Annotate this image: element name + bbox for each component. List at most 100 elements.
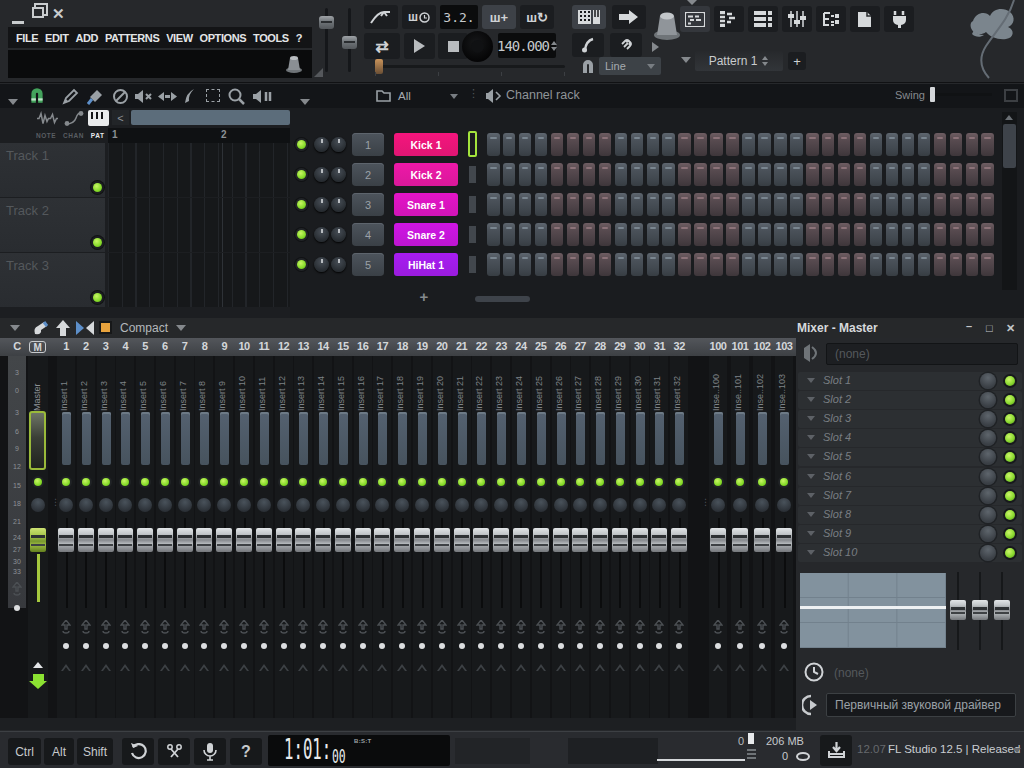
strip-mute-led[interactable] bbox=[359, 478, 367, 486]
strip-pan-knob[interactable] bbox=[672, 498, 686, 512]
step-cell[interactable] bbox=[487, 223, 500, 246]
strip-pan-knob[interactable] bbox=[99, 498, 113, 512]
channel-number-button[interactable]: 5 bbox=[352, 253, 384, 276]
step-cell[interactable] bbox=[535, 133, 548, 156]
step-cell[interactable] bbox=[615, 223, 628, 246]
step-cell[interactable] bbox=[934, 193, 947, 216]
step-cell[interactable] bbox=[551, 133, 564, 156]
slot-enable-led[interactable] bbox=[1005, 414, 1015, 424]
strip-select-dot[interactable] bbox=[281, 643, 287, 649]
mixer-up-arrow-icon[interactable] bbox=[56, 320, 70, 336]
strip-select-dot[interactable] bbox=[617, 643, 623, 649]
step-cell[interactable] bbox=[822, 163, 835, 186]
step-cell[interactable] bbox=[902, 193, 915, 216]
step-cell[interactable] bbox=[647, 253, 660, 276]
step-cell[interactable] bbox=[870, 163, 883, 186]
step-cell[interactable] bbox=[886, 163, 899, 186]
channel-number-button[interactable]: 1 bbox=[352, 133, 384, 156]
mixer-strip[interactable]: Insert 14 bbox=[314, 356, 332, 718]
strip-arrow[interactable] bbox=[338, 664, 348, 671]
step-cell[interactable] bbox=[678, 133, 691, 156]
slot-mix-knob[interactable] bbox=[980, 449, 996, 465]
strip-fader[interactable] bbox=[117, 528, 133, 552]
step-cell[interactable] bbox=[758, 223, 771, 246]
step-cell[interactable] bbox=[774, 163, 787, 186]
step-cell[interactable] bbox=[567, 223, 580, 246]
rack-horizontal-scrollbar[interactable] bbox=[460, 296, 540, 302]
strip-fader[interactable] bbox=[394, 528, 410, 552]
step-cell[interactable] bbox=[838, 253, 851, 276]
link-icon[interactable] bbox=[610, 33, 642, 57]
step-cell[interactable] bbox=[918, 223, 931, 246]
step-cell[interactable] bbox=[902, 163, 915, 186]
mixer-minimize-icon[interactable]: – bbox=[966, 320, 972, 332]
strip-pan-knob[interactable] bbox=[633, 498, 647, 512]
step-cell[interactable] bbox=[519, 163, 532, 186]
step-cell[interactable] bbox=[694, 193, 707, 216]
effect-slot-10[interactable]: Slot 10 bbox=[798, 544, 1022, 562]
add-channel-button[interactable]: + bbox=[415, 291, 433, 305]
strip-pan-knob[interactable] bbox=[395, 498, 409, 512]
slot-mix-knob[interactable] bbox=[980, 469, 996, 485]
strip-mute-led[interactable] bbox=[517, 478, 525, 486]
strip-fader[interactable] bbox=[533, 528, 549, 552]
strip-pan-knob[interactable] bbox=[652, 498, 666, 512]
step-cell[interactable] bbox=[583, 253, 596, 276]
channel-mute-led[interactable] bbox=[297, 170, 306, 179]
strip-fader[interactable] bbox=[216, 528, 232, 552]
step-cell[interactable] bbox=[694, 163, 707, 186]
strip-fader[interactable] bbox=[295, 528, 311, 552]
menu-item-help[interactable]: ? bbox=[296, 32, 302, 44]
strip-select-dot[interactable] bbox=[715, 643, 721, 649]
strip-mute-led[interactable] bbox=[240, 478, 248, 486]
step-cell[interactable] bbox=[758, 163, 771, 186]
strip-number[interactable]: 5 bbox=[135, 340, 155, 352]
pattern-mode-icon[interactable] bbox=[88, 110, 109, 126]
step-cell[interactable] bbox=[503, 163, 516, 186]
step-cell[interactable] bbox=[535, 163, 548, 186]
mixer-strip[interactable]: Insert 17 bbox=[373, 356, 391, 718]
slot-mix-knob[interactable] bbox=[980, 392, 996, 408]
step-cell[interactable] bbox=[950, 253, 963, 276]
step-cell[interactable] bbox=[934, 253, 947, 276]
mixer-strip[interactable]: Insert 18 bbox=[393, 356, 411, 718]
strip-mute-led[interactable] bbox=[181, 478, 189, 486]
step-cell[interactable] bbox=[870, 193, 883, 216]
strip-mute-led[interactable] bbox=[398, 478, 406, 486]
channel-number-button[interactable]: 3 bbox=[352, 193, 384, 216]
strip-number[interactable]: 4 bbox=[115, 340, 135, 352]
channel-filter-selector[interactable]: All bbox=[398, 88, 458, 104]
strip-select-dot[interactable] bbox=[162, 643, 168, 649]
strip-select-dot[interactable] bbox=[577, 643, 583, 649]
mixer-strip[interactable]: Insert 11 bbox=[255, 356, 273, 718]
strip-select-dot[interactable] bbox=[518, 643, 524, 649]
strip-mute-led[interactable] bbox=[616, 478, 624, 486]
step-cell[interactable] bbox=[758, 133, 771, 156]
step-cell[interactable] bbox=[822, 223, 835, 246]
step-cell[interactable] bbox=[631, 133, 644, 156]
slot-mix-knob[interactable] bbox=[980, 488, 996, 504]
strip-fader[interactable] bbox=[651, 528, 667, 552]
channel-button-hihat-1[interactable]: HiHat 1 bbox=[394, 253, 458, 276]
paint-tool-icon[interactable] bbox=[87, 88, 104, 105]
slot-arrow-icon[interactable] bbox=[807, 531, 815, 536]
key-ctrl-button[interactable]: Ctrl bbox=[8, 738, 41, 765]
snap-selector[interactable]: Line bbox=[599, 57, 661, 75]
slot-enable-led[interactable] bbox=[1005, 548, 1015, 558]
strip-select-dot[interactable] bbox=[142, 643, 148, 649]
step-cell[interactable] bbox=[854, 253, 867, 276]
step-cell[interactable] bbox=[583, 193, 596, 216]
swing-j-icon[interactable] bbox=[572, 33, 604, 57]
step-cell[interactable] bbox=[662, 223, 675, 246]
menu-item-tools[interactable]: TOOLS bbox=[253, 32, 289, 44]
strip-fader[interactable] bbox=[276, 528, 292, 552]
strip-arrow[interactable] bbox=[279, 664, 289, 671]
typing-keyboard-icon[interactable] bbox=[364, 5, 398, 29]
current-strip-header[interactable]: C bbox=[7, 340, 27, 352]
plugin-name-field[interactable]: (none) bbox=[826, 343, 1018, 365]
step-cell[interactable] bbox=[966, 193, 979, 216]
slot-arrow-icon[interactable] bbox=[807, 550, 815, 555]
step-cell[interactable] bbox=[599, 133, 612, 156]
mixer-strip[interactable]: Insert 28 bbox=[591, 356, 609, 718]
wait-input-icon[interactable]: ш bbox=[402, 5, 436, 29]
